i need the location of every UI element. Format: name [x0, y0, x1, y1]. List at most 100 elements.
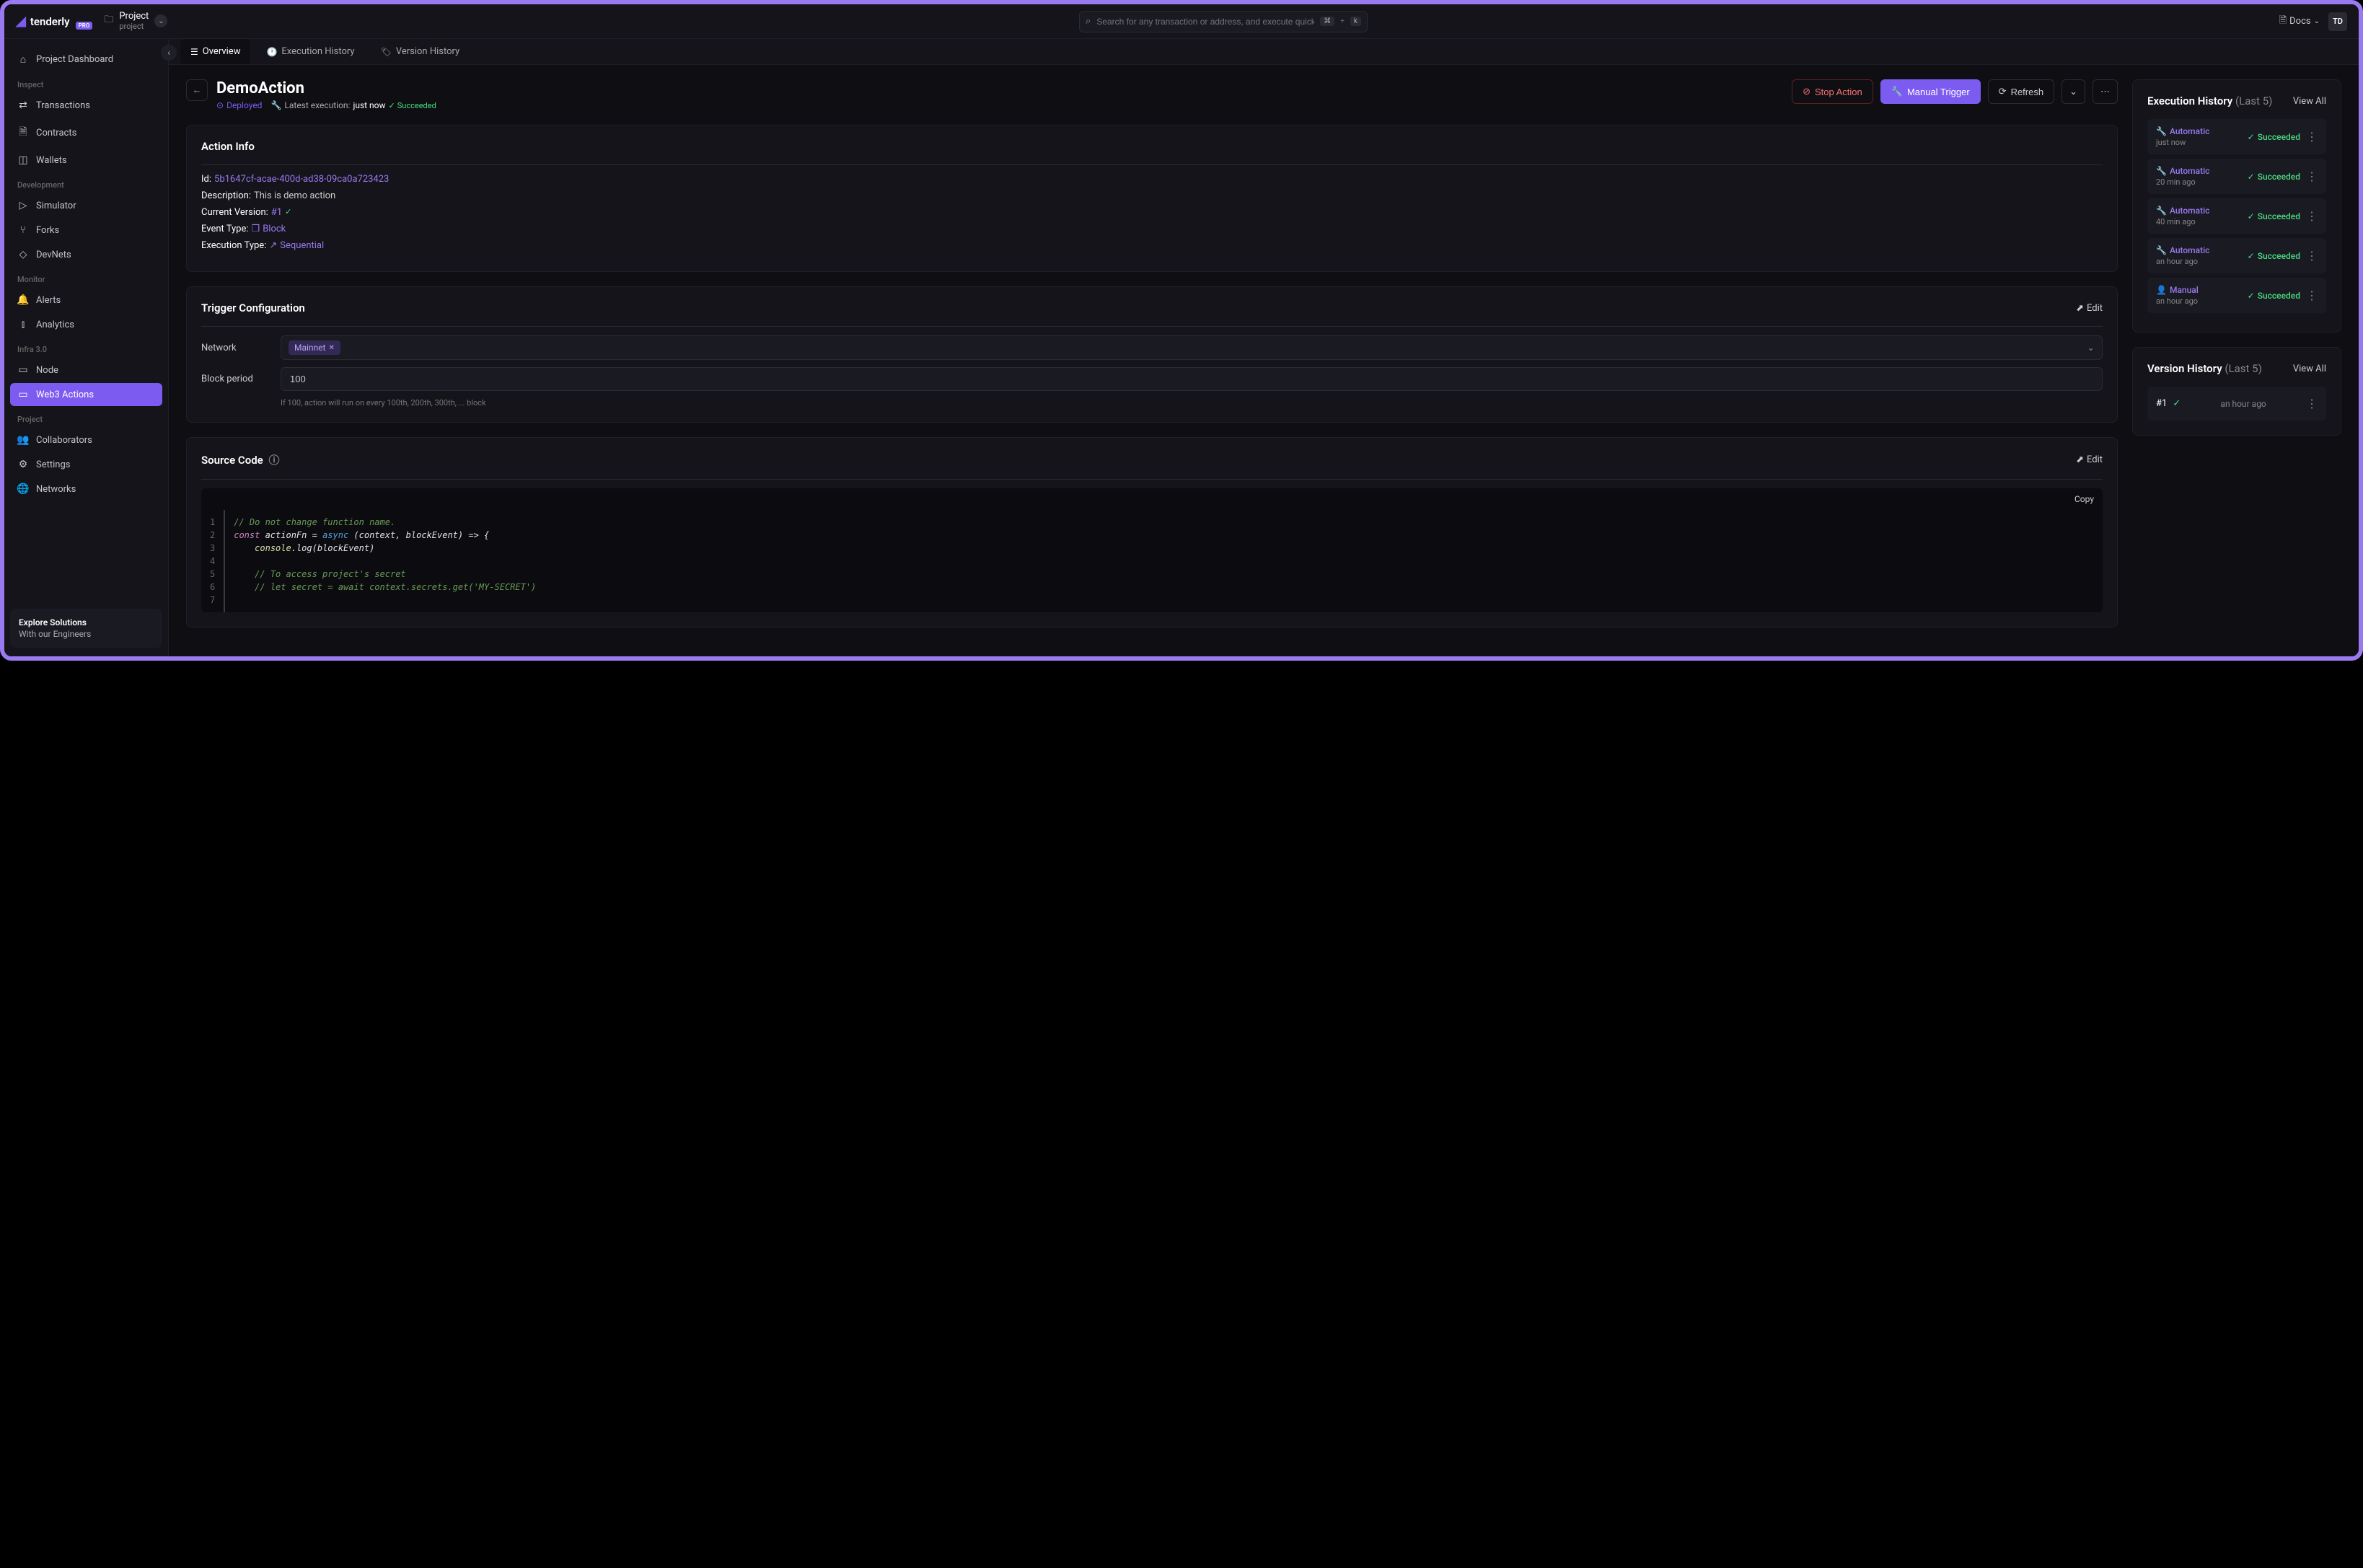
view-all-versions[interactable]: View All [2293, 364, 2326, 374]
nav-web3-actions[interactable]: ▭ Web3 Actions [10, 383, 162, 406]
chevron-down-icon: ⌄ [2314, 17, 2320, 25]
tab-overview[interactable]: ☰ Overview [180, 39, 250, 64]
nav-networks[interactable]: 🌐 Networks [10, 477, 162, 501]
dots-icon: ⋯ [2100, 86, 2110, 97]
project-sub: project [119, 22, 149, 31]
source-code-card: Source Code ⓘ ⬈ Edit Copy [186, 437, 2118, 627]
back-button[interactable]: ← [186, 79, 208, 101]
chart-icon: ⫾ [17, 319, 29, 330]
search-icon: ⌕ [1086, 16, 1091, 27]
nav-settings[interactable]: ⚙ Settings [10, 453, 162, 476]
refresh-icon: ⟳ [1999, 86, 2007, 97]
nav-simulator[interactable]: ▷ Simulator [10, 194, 162, 217]
remove-chip-icon[interactable]: ✕ [328, 344, 334, 352]
exec-status-label: Succeeded [2258, 251, 2300, 261]
code-lines[interactable]: // Do not change function name. const ac… [225, 510, 545, 612]
version-item[interactable]: #1 ✓ an hour ago ⋮ [2147, 387, 2326, 420]
nav-devnets[interactable]: ◇ DevNets [10, 243, 162, 266]
nav-collaborators[interactable]: 👥 Collaborators [10, 428, 162, 452]
user-icon: 👤 [2156, 285, 2167, 295]
refresh-dropdown[interactable]: ⌄ [2061, 79, 2085, 104]
deployed-badge: ⊙ Deployed [216, 100, 262, 110]
search-box[interactable]: ⌕ ⌘ + k [1079, 11, 1368, 32]
line-numbers: 1234567 [201, 510, 225, 612]
edit-source-link[interactable]: ⬈ Edit [2076, 454, 2103, 465]
latest-execution: 🔧 Latest execution: just now ✓ Succeeded [270, 100, 436, 110]
exec-type-label: Automatic [2170, 166, 2209, 176]
network-chip: Mainnet ✕ [289, 340, 340, 355]
collapse-sidebar-button[interactable]: ‹ [161, 45, 177, 61]
devnets-icon: ◇ [17, 249, 29, 260]
block-period-input[interactable] [281, 367, 2103, 391]
more-icon[interactable]: ⋮ [2306, 209, 2318, 223]
execution-item[interactable]: 🔧 Automatic just now ✓ Succeeded ⋮ [2147, 119, 2326, 154]
stop-icon: ⊘ [1803, 86, 1810, 97]
play-circle-icon: ⊙ [216, 100, 224, 110]
execution-list: 🔧 Automatic just now ✓ Succeeded ⋮ 🔧 Aut… [2147, 119, 2326, 313]
user-avatar[interactable]: TD [2328, 12, 2347, 31]
action-version[interactable]: #1 [271, 207, 282, 218]
check-circle-icon: ✓ [2248, 172, 2255, 182]
more-icon[interactable]: ⋮ [2306, 249, 2318, 263]
more-icon[interactable]: ⋮ [2306, 130, 2318, 144]
more-icon[interactable]: ⋮ [2306, 289, 2318, 302]
nav-dashboard[interactable]: ⌂ Project Dashboard [10, 48, 162, 71]
more-icon[interactable]: ⋮ [2306, 169, 2318, 183]
nav-contracts[interactable]: 🗎 Contracts [10, 118, 162, 147]
chevron-down-icon: ⌄ [2087, 343, 2095, 353]
explore-solutions-card[interactable]: Explore Solutions With our Engineers [10, 609, 162, 648]
logo-icon: ◢ [16, 14, 26, 29]
more-icon[interactable]: ⋮ [2306, 397, 2318, 410]
exec-type-label: Automatic [2170, 245, 2209, 255]
more-actions-button[interactable]: ⋯ [2093, 79, 2118, 104]
execution-item[interactable]: 🔧 Automatic 20 min ago ✓ Succeeded ⋮ [2147, 159, 2326, 194]
execution-history-card: Execution History (Last 5) View All 🔧 Au… [2132, 79, 2341, 332]
info-icon[interactable]: ⓘ [268, 454, 279, 467]
refresh-button[interactable]: ⟳ Refresh [1988, 79, 2054, 104]
wallet-icon: ◫ [17, 154, 29, 166]
view-all-executions[interactable]: View All [2293, 96, 2326, 107]
file-icon: 🗎 [2279, 14, 2287, 30]
docs-link[interactable]: 🗎 Docs ⌄ [2279, 14, 2320, 30]
nav-node[interactable]: ▭ Node [10, 358, 162, 382]
chevron-down-icon[interactable]: ⌄ [154, 14, 167, 27]
nav-alerts[interactable]: 🔔 Alerts [10, 289, 162, 312]
action-id[interactable]: 5b1647cf-acae-400d-ad38-09ca0a723423 [214, 174, 389, 185]
chevron-down-icon: ⌄ [2069, 86, 2077, 97]
nav-forks[interactable]: ⑂ Forks [10, 219, 162, 242]
wrench-icon: 🔧 [270, 100, 281, 110]
search-input[interactable] [1096, 17, 1314, 27]
wrench-icon: 🔧 [2156, 126, 2167, 136]
kbd-plus: + [1340, 17, 1345, 25]
wrench-icon: 🔧 [1891, 86, 1903, 97]
tab-execution-history[interactable]: 🕐 Execution History [256, 39, 364, 64]
stop-action-button[interactable]: ⊘ Stop Action [1792, 79, 1873, 104]
network-select[interactable]: Mainnet ✕ ⌄ [281, 335, 2103, 360]
nav-analytics[interactable]: ⫾ Analytics [10, 313, 162, 336]
nav-transactions[interactable]: ⇄ Transactions [10, 94, 162, 117]
wrench-icon: 🔧 [2156, 245, 2167, 255]
divider [201, 164, 2103, 165]
contracts-icon: 🗎 [17, 124, 29, 141]
tab-version-history[interactable]: 🏷 Version History [371, 39, 470, 64]
execution-type: Sequential [280, 240, 324, 251]
exec-time: 40 min ago [2156, 217, 2209, 226]
edit-trigger-link[interactable]: ⬈ Edit [2076, 303, 2103, 314]
nav-wallets[interactable]: ◫ Wallets [10, 149, 162, 172]
execution-item[interactable]: 🔧 Automatic an hour ago ✓ Succeeded ⋮ [2147, 238, 2326, 273]
list-icon: ☰ [190, 47, 198, 57]
manual-trigger-button[interactable]: 🔧 Manual Trigger [1880, 79, 1981, 104]
project-title: Project [119, 12, 149, 22]
exec-status-label: Succeeded [2258, 172, 2300, 182]
project-selector[interactable]: 🗀 Project project ⌄ [104, 12, 167, 30]
app-logo[interactable]: ◢ tenderly PRO [16, 14, 92, 29]
transactions-icon: ⇄ [17, 100, 29, 111]
execution-item[interactable]: 👤 Manual an hour ago ✓ Succeeded ⋮ [2147, 278, 2326, 313]
check-circle-icon: ✓ [2248, 251, 2255, 261]
copy-button[interactable]: Copy [2074, 494, 2094, 504]
execution-item[interactable]: 🔧 Automatic 40 min ago ✓ Succeeded ⋮ [2147, 198, 2326, 234]
code-block: Copy 1234567 // Do not change function n… [201, 488, 2103, 612]
exec-history-title: Execution History (Last 5) [2147, 94, 2272, 107]
check-icon: ✓ [285, 207, 291, 218]
explore-sub: With our Engineers [19, 629, 154, 639]
